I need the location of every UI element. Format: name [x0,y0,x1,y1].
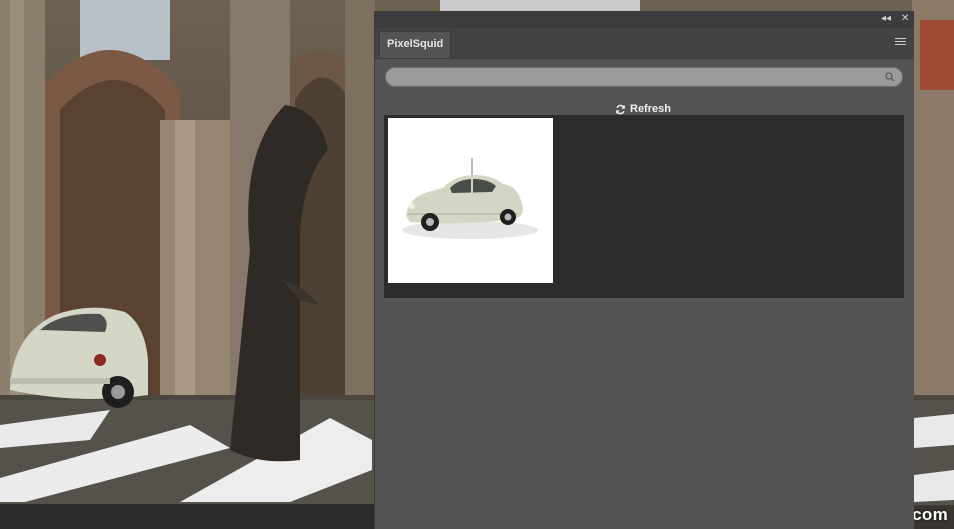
tab-pixelsquid[interactable]: PixelSquid [379,31,452,58]
collapse-icon[interactable]: ◂◂ [881,13,891,25]
refresh-label: Refresh [630,103,671,115]
refresh-icon [616,104,625,114]
search-icon[interactable] [885,72,895,82]
close-icon[interactable]: ✕ [901,13,909,25]
pixelsquid-panel: ◂◂ ✕ PixelSquid Refresh [374,11,914,529]
car-thumbnail-image [402,158,538,239]
search-input[interactable] [396,69,880,87]
search-field[interactable] [385,67,903,87]
results-grid [384,115,904,298]
refresh-button[interactable]: Refresh [615,102,671,116]
status-bar [0,504,374,529]
hamburger-icon[interactable] [895,38,906,47]
panel-title-bar[interactable]: ◂◂ ✕ [375,11,914,28]
tab-bar: PixelSquid [375,28,914,59]
result-thumbnail-vw-beetle[interactable] [388,118,553,283]
